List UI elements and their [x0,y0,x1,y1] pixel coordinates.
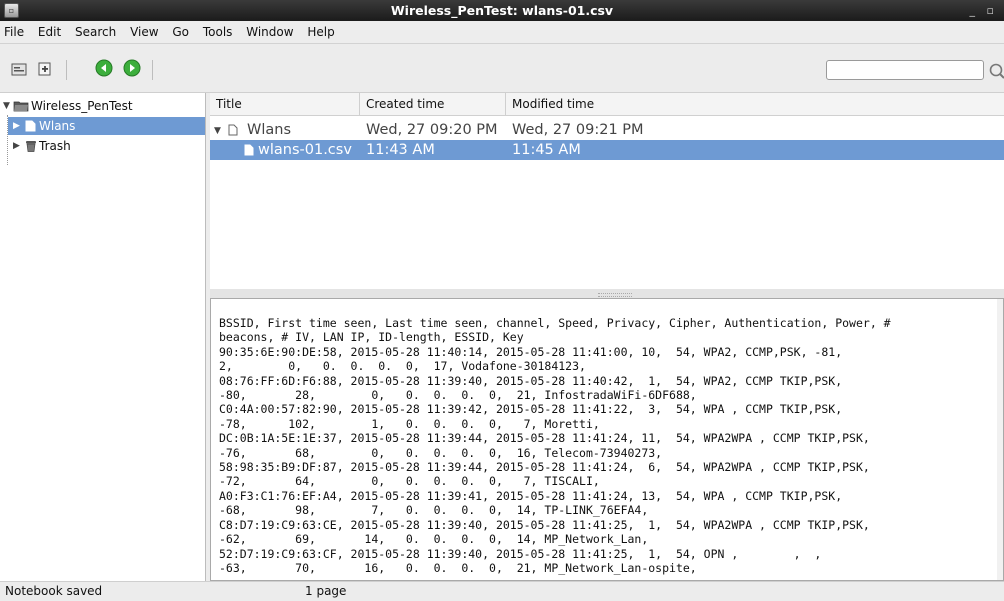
tree-item-label: Wireless_PenTest [31,99,133,113]
menu-file[interactable]: File [0,21,29,43]
editor-line[interactable]: -72, 64, 0, 0. 0. 0. 0, 7, TISCALI, [219,474,600,488]
column-header-created[interactable]: Created time [360,93,506,115]
go-back-icon[interactable] [95,59,113,77]
tree-item-root[interactable]: ▼ Wireless_PenTest [0,97,205,115]
page-icon [25,120,36,132]
editor-line[interactable]: 2, 0, 0. 0. 0. 0, 17, Vodafone-30184123, [219,359,586,373]
menu-tools[interactable]: Tools [198,21,238,43]
toolbar-separator [152,60,153,80]
menu-search[interactable]: Search [70,21,121,43]
row-created: 11:43 AM [366,142,435,158]
window-title: Wireless_PenTest: wlans-01.csv [390,3,614,18]
editor-line[interactable]: -68, 98, 7, 0. 0. 0. 0, 14, TP-LINK_76EF… [219,503,648,517]
editor-line[interactable]: beacons, # IV, LAN IP, ID-length, ESSID,… [219,330,524,344]
menu-bar: File Edit Search View Go Tools Window He… [0,21,1004,44]
editor-line[interactable]: A0:F3:C1:76:EF:A4, 2015-05-28 11:39:41, … [219,489,842,503]
search-input[interactable] [826,60,984,80]
toolbar [0,44,1004,93]
new-page-icon[interactable] [37,62,53,76]
tree-item-label: Trash [39,139,71,153]
status-page-count: 1 page [305,584,347,598]
pane-splitter[interactable] [210,289,1004,298]
page-icon [244,144,254,156]
toolbar-separator [66,60,67,80]
go-forward-icon[interactable] [123,59,141,77]
editor-line[interactable]: 52:D7:19:C9:63:CF, 2015-05-28 11:39:40, … [219,547,821,561]
search-icon[interactable] [987,61,1004,81]
column-header-modified[interactable]: Modified time [506,93,706,115]
editor-line[interactable]: 90:35:6E:90:DE:58, 2015-05-28 11:40:14, … [219,345,842,359]
page-list: Title Created time Modified time ▼ Wlans… [210,93,1004,289]
editor-line[interactable]: BSSID, First time seen, Last time seen, … [219,316,891,330]
editor-line[interactable]: C0:4A:00:57:82:90, 2015-05-28 11:39:42, … [219,402,842,416]
editor-line[interactable]: -62, 69, 14, 0. 0. 0. 0, 14, MP_Network_… [219,532,648,546]
page-icon [228,124,238,136]
status-message: Notebook saved [5,584,103,598]
splitter-grip[interactable] [598,293,632,297]
row-modified: 11:45 AM [512,142,581,158]
menu-help[interactable]: Help [302,21,339,43]
editor-line[interactable]: 08:76:FF:6D:F6:88, 2015-05-28 11:39:40, … [219,374,842,388]
row-title: Wlans [247,122,291,138]
expander-open-icon[interactable]: ▼ [214,121,221,141]
title-bar: ▫ Wireless_PenTest: wlans-01.csv _ ▫ [0,0,1004,21]
window-controls[interactable]: _ ▫ [970,0,998,21]
row-title: wlans-01.csv [258,142,352,158]
editor-line[interactable]: 58:98:35:B9:DF:87, 2015-05-28 11:39:44, … [219,460,870,474]
notebook-tree: ▼ Wireless_PenTest ▶ Wlans ▶ Trash [0,93,206,581]
editor-text[interactable]: BSSID, First time seen, Last time seen, … [219,316,891,575]
editor-line[interactable]: C8:D7:19:C9:63:CE, 2015-05-28 11:39:40, … [219,518,870,532]
editor-line[interactable]: -63, 70, 16, 0. 0. 0. 0, 21, MP_Network_… [219,561,697,575]
row-created: Wed, 27 09:20 PM [366,122,498,138]
menu-view[interactable]: View [125,21,163,43]
menu-edit[interactable]: Edit [33,21,66,43]
row-modified: Wed, 27 09:21 PM [512,122,644,138]
new-notebook-icon[interactable] [11,62,27,76]
editor-scrollbar[interactable] [997,299,1003,580]
menu-window[interactable]: Window [241,21,298,43]
list-row[interactable]: wlans-01.csv 11:43 AM 11:45 AM [210,140,1004,160]
tree-item-trash[interactable]: ▶ Trash [8,137,205,155]
editor-line[interactable]: DC:0B:1A:5E:1E:37, 2015-05-28 11:39:44, … [219,431,870,445]
tree-item-wlans[interactable]: ▶ Wlans [8,117,205,135]
expander-open-icon[interactable]: ▼ [3,97,10,115]
expander-closed-icon[interactable]: ▶ [13,137,20,155]
list-row[interactable]: ▼ Wlans Wed, 27 09:20 PM Wed, 27 09:21 P… [210,120,1004,140]
status-bar: Notebook saved 1 page [0,581,1004,601]
page-editor[interactable]: BSSID, First time seen, Last time seen, … [210,298,1004,581]
folder-icon [13,101,29,112]
editor-line[interactable]: -78, 102, 1, 0. 0. 0. 0, 7, Moretti, [219,417,600,431]
tree-item-label: Wlans [39,119,76,133]
expander-closed-icon[interactable]: ▶ [13,117,20,135]
list-header: Title Created time Modified time [210,93,1004,116]
editor-line[interactable]: -76, 68, 0, 0. 0. 0. 0, 16, Telecom-7394… [219,446,662,460]
trash-icon [26,141,36,152]
menu-go[interactable]: Go [167,21,194,43]
column-header-title[interactable]: Title [210,93,360,115]
editor-line[interactable]: -80, 28, 0, 0. 0. 0. 0, 21, InfostradaWi… [219,388,697,402]
